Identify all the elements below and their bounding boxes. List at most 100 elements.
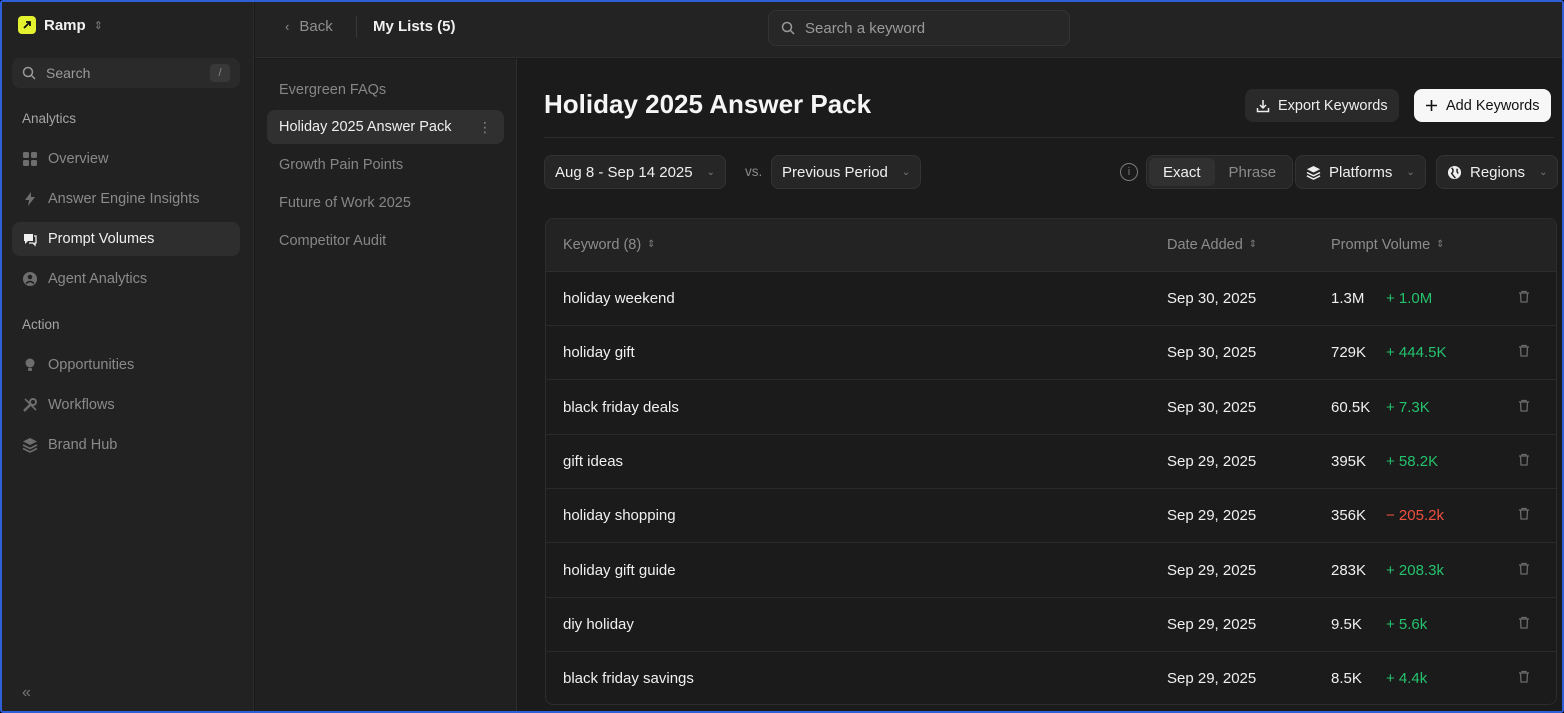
keyword-cell: holiday weekend	[563, 290, 675, 307]
volume-change-cell: + 58.2K	[1386, 452, 1439, 470]
page-title: Holiday 2025 Answer Pack	[544, 89, 872, 119]
add-keywords-button[interactable]: Add Keywords	[1414, 89, 1551, 122]
date-added-cell: Sep 29, 2025	[1167, 452, 1257, 470]
sidebar-search-label: Search	[46, 65, 91, 81]
sidebar: Ramp ⇕ Search / Analytics Overview Answe…	[2, 2, 254, 711]
table-row[interactable]: black friday deals Sep 30, 2025 60.5K + 7.3…	[546, 381, 1556, 435]
sidebar-item-label: Prompt Volumes	[48, 231, 155, 247]
column-header-keyword[interactable]: Keyword (8) ⇕	[563, 237, 656, 253]
regions-filter[interactable]: Regions ⌄	[1436, 155, 1559, 189]
breadcrumb[interactable]: My Lists (5)	[373, 18, 456, 35]
section-analytics-heading: Analytics	[22, 111, 77, 126]
date-added-cell: Sep 30, 2025	[1167, 398, 1257, 416]
date-added-cell: Sep 29, 2025	[1167, 561, 1257, 579]
prompt-volume-cell: 9.5K	[1331, 615, 1362, 633]
delete-icon[interactable]	[1518, 344, 1530, 360]
sidebar-item-workflows[interactable]: Workflows	[12, 388, 240, 422]
sidebar-item-label: Opportunities	[48, 357, 135, 373]
prompt-volume-cell: 356K	[1331, 507, 1367, 525]
volume-change-cell: + 444.5K	[1386, 344, 1447, 362]
regions-label: Regions	[1470, 163, 1526, 181]
download-icon	[1256, 99, 1270, 112]
list-item-evergreen-faqs[interactable]: Evergreen FAQs	[267, 73, 504, 107]
table-row[interactable]: gift ideas Sep 29, 2025 395K + 58.2K	[546, 435, 1556, 489]
sidebar-item-label: Overview	[48, 151, 109, 167]
export-keywords-button[interactable]: Export Keywords	[1245, 89, 1399, 122]
ramp-logo-icon	[18, 16, 36, 34]
delete-icon[interactable]	[1518, 399, 1530, 415]
column-header-prompt-volume[interactable]: Prompt Volume ⇕	[1331, 237, 1445, 253]
keyword-cell: diy holiday	[563, 615, 634, 633]
compare-period-select[interactable]: Previous Period ⌄	[771, 155, 922, 189]
table-row[interactable]: black friday savings Sep 29, 2025 8.5K + 4.…	[546, 652, 1556, 704]
delete-icon[interactable]	[1518, 290, 1530, 306]
section-action-heading: Action	[22, 317, 60, 332]
match-exact-option[interactable]: Exact	[1149, 158, 1215, 186]
chevron-down-icon: ⌄	[1539, 166, 1548, 178]
platforms-filter[interactable]: Platforms ⌄	[1295, 155, 1426, 189]
sidebar-item-agent-analytics[interactable]: Agent Analytics	[12, 262, 240, 296]
list-item-growth-pain-points[interactable]: Growth Pain Points	[267, 148, 504, 182]
list-item-label: Holiday 2025 Answer Pack	[279, 119, 452, 135]
export-keywords-label: Export Keywords	[1278, 97, 1388, 114]
sort-icon: ⇕	[1248, 239, 1258, 250]
list-item-competitor-audit[interactable]: Competitor Audit	[267, 224, 504, 258]
sidebar-search[interactable]: Search /	[12, 58, 240, 88]
keyword-cell: holiday gift guide	[563, 561, 676, 579]
sidebar-item-answer-engine-insights[interactable]: Answer Engine Insights	[12, 182, 240, 216]
sidebar-item-prompt-volumes[interactable]: Prompt Volumes	[12, 222, 240, 256]
keyword-cell: gift ideas	[563, 452, 624, 470]
list-item-label: Evergreen FAQs	[279, 82, 387, 98]
sidebar-item-brand-hub[interactable]: Brand Hub	[12, 428, 240, 462]
keyword-cell: black friday deals	[563, 398, 679, 416]
table-row[interactable]: holiday gift guide Sep 29, 2025 283K + 208.…	[546, 544, 1556, 598]
delete-icon[interactable]	[1518, 616, 1530, 632]
prompt-volume-cell: 8.5K	[1331, 670, 1362, 688]
match-phrase-option[interactable]: Phrase	[1215, 158, 1291, 186]
delete-icon[interactable]	[1518, 670, 1530, 686]
info-icon[interactable]: i	[1120, 163, 1138, 181]
divider	[356, 16, 357, 38]
date-added-cell: Sep 30, 2025	[1167, 344, 1257, 362]
date-added-cell: Sep 30, 2025	[1167, 290, 1257, 307]
volume-change-cell: + 7.3K	[1386, 398, 1430, 416]
chat-icon	[24, 234, 37, 247]
sidebar-item-label: Brand Hub	[48, 437, 118, 453]
agent-icon	[23, 272, 37, 286]
sidebar-item-label: Workflows	[48, 397, 115, 413]
column-header-date-added[interactable]: Date Added ⇕	[1167, 237, 1257, 253]
table-header: Keyword (8) ⇕ Date Added ⇕ Prompt Volume…	[546, 219, 1556, 272]
list-item-holiday-2025[interactable]: Holiday 2025 Answer Pack ⋮	[267, 110, 504, 144]
table-row[interactable]: holiday gift Sep 30, 2025 729K + 444.5K	[546, 326, 1556, 381]
column-header-label: Keyword (8)	[563, 237, 642, 253]
column-header-label: Date Added	[1167, 237, 1243, 253]
list-item-future-of-work[interactable]: Future of Work 2025	[267, 186, 504, 220]
sidebar-item-label: Agent Analytics	[48, 271, 148, 287]
chevron-down-icon: ⌄	[901, 166, 911, 178]
sidebar-item-opportunities[interactable]: Opportunities	[12, 348, 240, 382]
bulb-icon	[25, 358, 35, 371]
sidebar-item-overview[interactable]: Overview	[12, 142, 240, 176]
app-window: Ramp ⇕ Search / Analytics Overview Answe…	[0, 0, 1564, 713]
bolt-icon	[25, 192, 35, 206]
grid-icon	[23, 152, 37, 166]
table-row[interactable]: diy holiday Sep 29, 2025 9.5K + 5.6k	[546, 598, 1556, 652]
sort-icon: ⇕	[647, 239, 656, 250]
keyword-search-input[interactable]: Search a keyword	[768, 10, 1070, 46]
workspace-switcher[interactable]: Ramp ⇕	[18, 14, 103, 36]
keyword-cell: black friday savings	[563, 670, 694, 688]
delete-icon[interactable]	[1518, 507, 1530, 523]
collapse-sidebar-icon[interactable]: «	[22, 684, 31, 702]
date-range-select[interactable]: Aug 8 - Sep 14 2025 ⌄	[544, 155, 726, 189]
compare-period-value: Previous Period	[782, 163, 888, 181]
table-row[interactable]: holiday weekend Sep 30, 2025 1.3M + 1.0M	[546, 272, 1556, 326]
delete-icon[interactable]	[1518, 562, 1530, 578]
table-row[interactable]: holiday shopping Sep 29, 2025 356K − 205.2k	[546, 489, 1556, 544]
more-options-icon[interactable]: ⋮	[478, 119, 492, 136]
delete-icon[interactable]	[1518, 453, 1530, 469]
back-button[interactable]: ‹ Back	[285, 18, 333, 35]
platforms-label: Platforms	[1329, 163, 1393, 181]
search-icon	[22, 66, 36, 80]
list-item-label: Growth Pain Points	[279, 157, 404, 173]
date-added-cell: Sep 29, 2025	[1167, 615, 1257, 633]
